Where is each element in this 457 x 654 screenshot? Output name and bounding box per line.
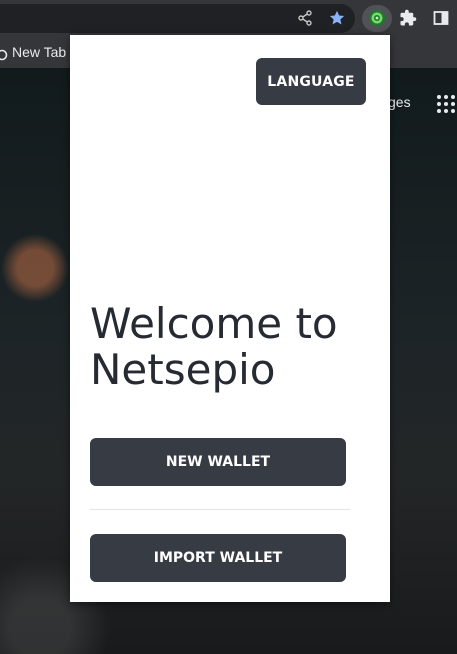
netsepio-popup: LANGUAGE Welcome to Netsepio NEW WALLET …	[70, 35, 390, 602]
new-wallet-button[interactable]: NEW WALLET	[90, 438, 346, 486]
side-panel-icon[interactable]	[431, 8, 451, 28]
import-wallet-button[interactable]: IMPORT WALLET	[90, 534, 346, 582]
divider	[90, 509, 350, 510]
images-link[interactable]: ges	[388, 94, 411, 110]
bookmark-star-icon[interactable]	[327, 8, 347, 28]
browser-toolbar	[0, 0, 457, 36]
language-button[interactable]: LANGUAGE	[256, 58, 366, 105]
netsepio-extension-icon[interactable]	[367, 8, 387, 28]
bookmark-new-tab[interactable]: New Tab	[12, 44, 66, 60]
share-icon[interactable]	[295, 8, 315, 28]
browser-window: New Tab ges LANGUAGE Welcome to Netsepio…	[0, 0, 457, 654]
new-tab-icon	[0, 46, 8, 65]
welcome-heading: Welcome to Netsepio	[90, 299, 338, 394]
extensions-puzzle-icon[interactable]	[398, 8, 418, 28]
apps-grid-icon[interactable]	[437, 95, 455, 113]
